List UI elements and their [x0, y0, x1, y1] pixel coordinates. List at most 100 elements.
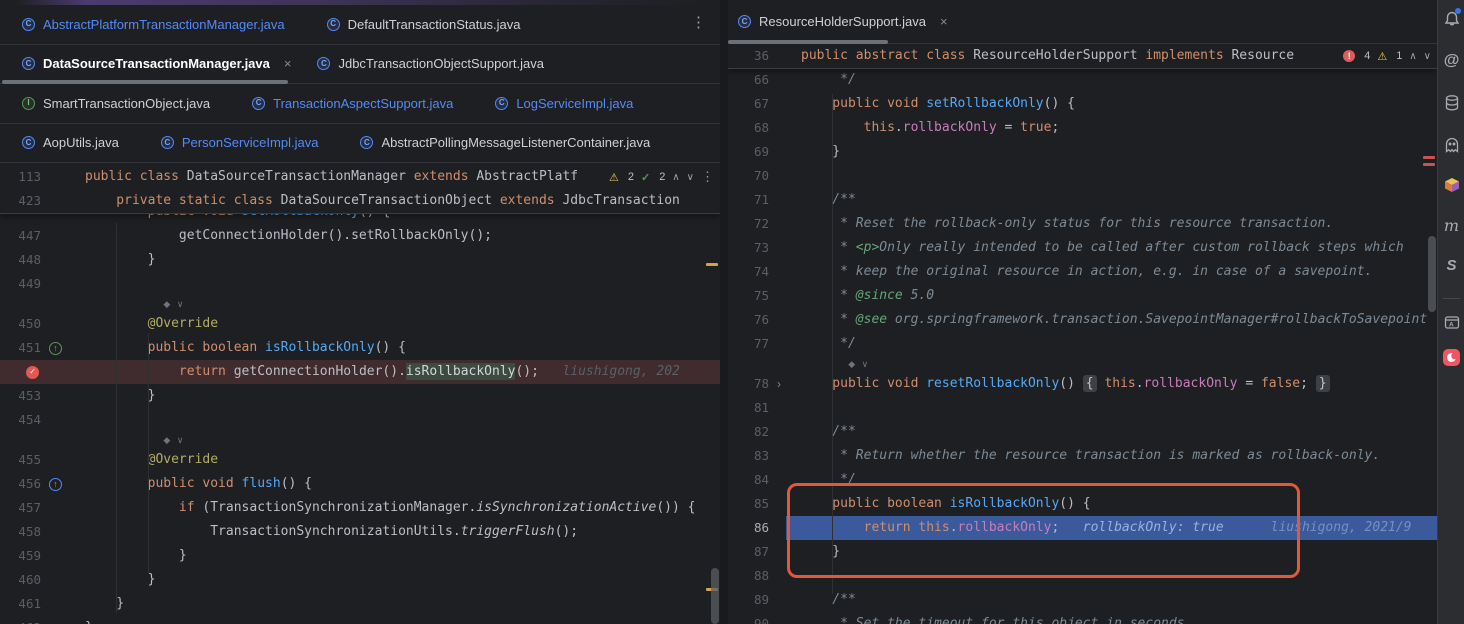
more-options-icon[interactable]: ⋮ [691, 13, 706, 31]
editor-splitter[interactable] [720, 0, 728, 624]
code-line[interactable]: 448 } [0, 248, 720, 272]
next-problem-icon[interactable]: ∨ [1424, 51, 1431, 62]
code-line[interactable]: 449 [0, 272, 720, 296]
right-editor-pane[interactable]: CResourceHolderSupport.java× 66 */67 pub… [728, 0, 1437, 624]
editor-tab[interactable]: CAbstractPollingMessageListenerContainer… [360, 135, 650, 150]
close-icon[interactable]: × [284, 56, 292, 71]
prev-problem-icon[interactable]: ∧ [1409, 51, 1416, 62]
code-line[interactable]: 66 */ [728, 68, 1437, 92]
code-line[interactable]: 461 } [0, 592, 720, 616]
editor-tab[interactable]: CLogServiceImpl.java [495, 96, 633, 111]
right-editor[interactable]: 66 */67 public void setRollbackOnly() {6… [728, 44, 1437, 624]
code-vision-row[interactable]: ◆ ∨ [0, 432, 720, 448]
code-vision-row[interactable]: ◆ ∨ [728, 356, 1437, 372]
inspections-widget[interactable]: !4⚠1∧∨ [1343, 50, 1437, 63]
swirl-s-icon[interactable]: S [1438, 252, 1464, 278]
translate-a-icon[interactable]: A [1438, 310, 1464, 336]
code-vision-icon[interactable]: ◆ ∨ [163, 299, 185, 310]
code-line[interactable]: 113public class DataSourceTransactionMan… [0, 165, 720, 189]
code-line[interactable]: 74 * keep the original resource in actio… [728, 260, 1437, 284]
code-line[interactable]: 76 * @see org.springframework.transactio… [728, 308, 1437, 332]
ghost-icon[interactable] [1438, 132, 1464, 158]
code-line[interactable]: ✓ return getConnectionHolder().isRollbac… [0, 360, 720, 384]
red-app-icon[interactable] [1438, 344, 1464, 370]
code-line[interactable]: 67 public void setRollbackOnly() { [728, 92, 1437, 116]
code-line[interactable]: 450 @Override [0, 312, 720, 336]
token: rollbackOnly [958, 520, 1052, 535]
line-number: 84 [728, 468, 773, 492]
code-line[interactable]: 68 this.rollbackOnly = true; [728, 116, 1437, 140]
close-icon[interactable]: × [940, 14, 948, 29]
code-text: public class DataSourceTransactionManage… [75, 165, 609, 189]
code-line[interactable]: 455 @Override [0, 448, 720, 472]
spiral-icon[interactable]: @ [1438, 48, 1464, 74]
code-line[interactable]: 459 } [0, 544, 720, 568]
token: * Return whether the resource transactio… [801, 448, 1380, 463]
code-line[interactable]: 75 * @since 5.0 [728, 284, 1437, 308]
code-line[interactable]: 453 } [0, 384, 720, 408]
editor-tab[interactable]: CTransactionAspectSupport.java [252, 96, 453, 111]
implements-method-icon[interactable]: ↑ [49, 342, 62, 355]
code-vision-icon[interactable]: ◆ ∨ [848, 359, 870, 370]
code-line[interactable]: 423 private static class DataSourceTrans… [0, 189, 720, 213]
maven-m-icon[interactable]: m [1438, 212, 1464, 238]
code-line[interactable]: 36public abstract class ResourceHolderSu… [728, 44, 1437, 68]
editor-tab[interactable]: CDataSourceTransactionManager.java× [22, 56, 291, 71]
code-line[interactable]: 72 * Reset the rollback-only status for … [728, 212, 1437, 236]
code-line[interactable]: 88 [728, 564, 1437, 588]
code-line[interactable]: 73 * <p>Only really intended to be calle… [728, 236, 1437, 260]
token: DataSourceTransactionManager [187, 169, 414, 184]
code-line[interactable]: 70 [728, 164, 1437, 188]
inspections-widget[interactable]: ⚠2✓2∧∨⋮ [609, 169, 720, 185]
code-line[interactable]: 77 */ [728, 332, 1437, 356]
code-line[interactable]: 86 return this.rollbackOnly; rollbackOnl… [728, 516, 1437, 540]
code-line[interactable]: 81 [728, 396, 1437, 420]
editor-tab[interactable]: CDefaultTransactionStatus.java [327, 17, 521, 32]
code-line[interactable]: 83 * Return whether the resource transac… [728, 444, 1437, 468]
editor-tab[interactable]: CPersonServiceImpl.java [161, 135, 319, 150]
code-line[interactable]: 71 /** [728, 188, 1437, 212]
prev-problem-icon[interactable]: ∧ [672, 172, 679, 183]
scrollbar-thumb[interactable] [711, 568, 719, 624]
code-line[interactable]: 90 * Set the timeout for this object in … [728, 612, 1437, 624]
code-vision-icon[interactable]: ◆ ∨ [163, 435, 185, 446]
token: = [1238, 376, 1261, 391]
code-line[interactable]: 85 public boolean isRollbackOnly() { [728, 492, 1437, 516]
code-line[interactable]: 78› public void resetRollbackOnly() { th… [728, 372, 1437, 396]
code-line[interactable]: 89 /** [728, 588, 1437, 612]
code-line[interactable]: 454 [0, 408, 720, 432]
code-line[interactable]: 84 */ [728, 468, 1437, 492]
code-line[interactable]: 69 } [728, 140, 1437, 164]
code-line[interactable]: 457 if (TransactionSynchronizationManage… [0, 496, 720, 520]
more-options-icon[interactable]: ⋮ [701, 169, 714, 185]
line-number: 72 [728, 212, 773, 236]
code-line[interactable]: 456↑ public void flush() { [0, 472, 720, 496]
fold-arrow-icon[interactable]: › [777, 377, 781, 391]
code-vision-row[interactable]: ◆ ∨ [0, 296, 720, 312]
overrides-method-icon[interactable]: ↑ [49, 478, 62, 491]
code-line[interactable]: 87 } [728, 540, 1437, 564]
code-line[interactable]: 451↑ public boolean isRollbackOnly() { [0, 336, 720, 360]
token: (); [515, 364, 538, 379]
left-editor-pane[interactable]: CAbstractPlatformTransactionManager.java… [0, 0, 720, 624]
editor-tab[interactable]: CResourceHolderSupport.java× [738, 14, 948, 29]
code-line[interactable]: 82 /** [728, 420, 1437, 444]
error-stripe-mark[interactable] [1423, 156, 1435, 159]
left-editor[interactable]: public void setRollbackOnly() {447 getCo… [0, 163, 720, 624]
scrollbar-thumb[interactable] [1428, 236, 1436, 312]
editor-tab[interactable]: CAopUtils.java [22, 135, 119, 150]
editor-tab[interactable]: CAbstractPlatformTransactionManager.java [22, 17, 285, 32]
breakpoint-icon[interactable]: ✓ [26, 366, 39, 379]
package-icon[interactable] [1438, 172, 1464, 198]
editor-tab[interactable]: ISmartTransactionObject.java [22, 96, 210, 111]
code-line[interactable]: 460 } [0, 568, 720, 592]
code-line[interactable]: 462} [0, 616, 720, 624]
next-problem-icon[interactable]: ∨ [687, 172, 694, 183]
error-stripe-mark[interactable] [1423, 163, 1435, 166]
database-icon[interactable] [1438, 90, 1464, 116]
code-line[interactable]: 447 getConnectionHolder().setRollbackOnl… [0, 224, 720, 248]
error-stripe-mark[interactable] [706, 263, 718, 266]
editor-tab[interactable]: CJdbcTransactionObjectSupport.java [317, 56, 543, 71]
code-line[interactable]: 458 TransactionSynchronizationUtils.trig… [0, 520, 720, 544]
notifications-bell-icon[interactable] [1438, 6, 1464, 32]
